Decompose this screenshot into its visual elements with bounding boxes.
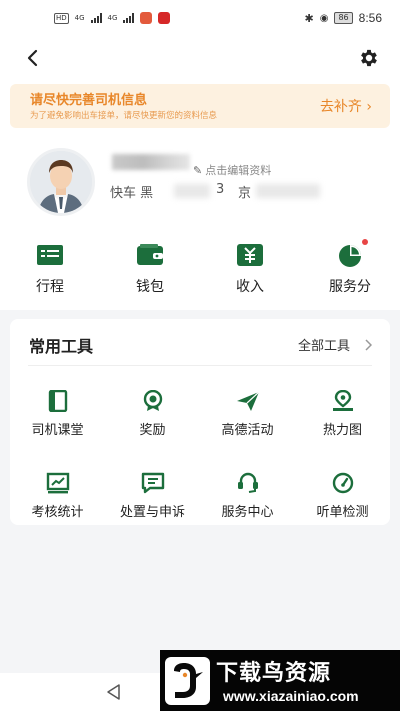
tool-service-center[interactable]: 服务中心 (200, 472, 295, 520)
tool-label: 听单检测 (316, 505, 369, 520)
app-notification-icon-2 (158, 12, 171, 24)
site-watermark: 下载鸟资源 www.xiazainiao.com (160, 650, 400, 711)
all-tools-link[interactable]: 全部工具 (298, 335, 372, 354)
tool-driver-class[interactable]: 司机课堂 (10, 390, 105, 438)
car-info-text: 快车 黑 (110, 186, 154, 201)
chevron-right-icon (365, 338, 372, 351)
quick-action-label: 收入 (236, 279, 264, 295)
trip-icon (37, 245, 63, 265)
gear-icon (361, 49, 377, 67)
tool-award[interactable]: 奖励 (105, 390, 200, 438)
tool-amap-activity[interactable]: 高德活动 (200, 390, 295, 438)
top-section: 请尽快完善司机信息 为了避免影响出车接单，请尽快更新您的资料信息 去补齐 › ✎… (0, 36, 400, 310)
pencil-icon: ✎ (193, 163, 203, 177)
chart-icon (46, 472, 69, 494)
banner-subtitle: 为了避免影响出车接单，请尽快更新您的资料信息 (30, 111, 218, 121)
chevron-left-icon (27, 49, 38, 67)
income-icon (237, 244, 263, 266)
quick-action-label: 钱包 (136, 279, 164, 295)
tool-label: 考核统计 (31, 505, 84, 520)
tool-label: 处置与申诉 (119, 505, 185, 520)
quick-actions: 行程 钱包 收入 服务分 (0, 239, 400, 296)
back-button[interactable] (20, 45, 46, 71)
tool-label: 奖励 (139, 423, 166, 438)
quick-action-service-score[interactable]: 服务分 (300, 239, 400, 296)
car-info-3: 京 (238, 186, 252, 201)
battery-icon: 86 (334, 12, 353, 24)
service-score-icon (339, 245, 361, 267)
map-pin-icon (332, 390, 353, 411)
car-info: 快车 黑 (110, 182, 153, 201)
status-left: HD 4G 4G (54, 12, 171, 24)
sim-icon: HD (54, 12, 69, 24)
car-info-2: 3 (216, 182, 225, 197)
award-icon (143, 390, 162, 411)
tools-title: 常用工具 (29, 337, 94, 356)
divider (28, 365, 372, 366)
bluetooth-icon: ✱ (304, 11, 314, 25)
quick-action-label: 服务分 (329, 279, 371, 295)
tool-heatmap[interactable]: 热力图 (295, 390, 390, 438)
app-notification-icon (140, 12, 153, 24)
car-model-redacted (256, 184, 320, 198)
tools-grid: 司机课堂 奖励 高德活动 热力图 考核统计 处置与申诉 服务中心 听单检测 (10, 390, 390, 520)
watermark-url: www.xiazainiao.com (223, 688, 359, 704)
book-icon (48, 390, 67, 412)
tool-order-detection[interactable]: 听单检测 (295, 472, 390, 520)
status-right: ✱ ◉ 86 8:56 (305, 11, 383, 25)
tool-label: 司机课堂 (31, 423, 84, 438)
quick-action-income[interactable]: 收入 (200, 242, 300, 296)
complete-info-banner[interactable]: 请尽快完善司机信息 为了避免影响出车接单，请尽快更新您的资料信息 去补齐 › (10, 84, 390, 128)
notification-badge (362, 239, 368, 245)
edit-profile-link[interactable]: ✎ 点击编辑资料 (193, 162, 271, 178)
quick-action-label: 行程 (36, 279, 64, 295)
car-plate-redacted (174, 184, 210, 198)
avatar-image (30, 151, 92, 213)
status-bar: HD 4G 4G ✱ ◉ 86 8:56 (0, 0, 400, 36)
quick-action-wallet[interactable]: 钱包 (100, 242, 200, 296)
tool-disposal-appeal[interactable]: 处置与申诉 (105, 472, 200, 520)
network-label-2: 4G (107, 14, 118, 22)
nav-back-triangle-icon[interactable] (105, 683, 123, 701)
network-label-1: 4G (74, 14, 85, 22)
settings-button[interactable] (356, 45, 382, 71)
gauge-icon (332, 472, 353, 494)
tool-assessment-stats[interactable]: 考核统计 (10, 472, 105, 520)
wallet-icon (137, 244, 163, 265)
service-score-icon-wrap (336, 239, 368, 268)
all-tools-label: 全部工具 (297, 339, 350, 354)
message-icon (141, 472, 164, 494)
banner-action-button[interactable]: 去补齐 › (320, 96, 372, 116)
tool-label: 高德活动 (221, 423, 274, 438)
quick-action-trips[interactable]: 行程 (0, 242, 100, 296)
location-icon: ◉ (319, 12, 329, 24)
signal-icon (90, 13, 102, 23)
banner-title: 请尽快完善司机信息 (30, 93, 148, 108)
status-time: 8:56 (358, 11, 382, 25)
tool-label: 热力图 (322, 423, 362, 438)
avatar[interactable] (27, 148, 95, 216)
tool-label: 服务中心 (221, 505, 274, 520)
headset-icon (237, 472, 258, 493)
bird-logo-icon (165, 657, 210, 705)
driver-name-redacted (112, 154, 190, 170)
edit-profile-label: 点击编辑资料 (205, 164, 272, 177)
paper-plane-icon (236, 391, 259, 411)
watermark-title: 下载鸟资源 (216, 661, 332, 686)
common-tools-card: 常用工具 全部工具 司机课堂 奖励 高德活动 热力图 考核统计 处置与申诉 服务… (10, 319, 390, 525)
signal-icon-2 (123, 13, 135, 23)
